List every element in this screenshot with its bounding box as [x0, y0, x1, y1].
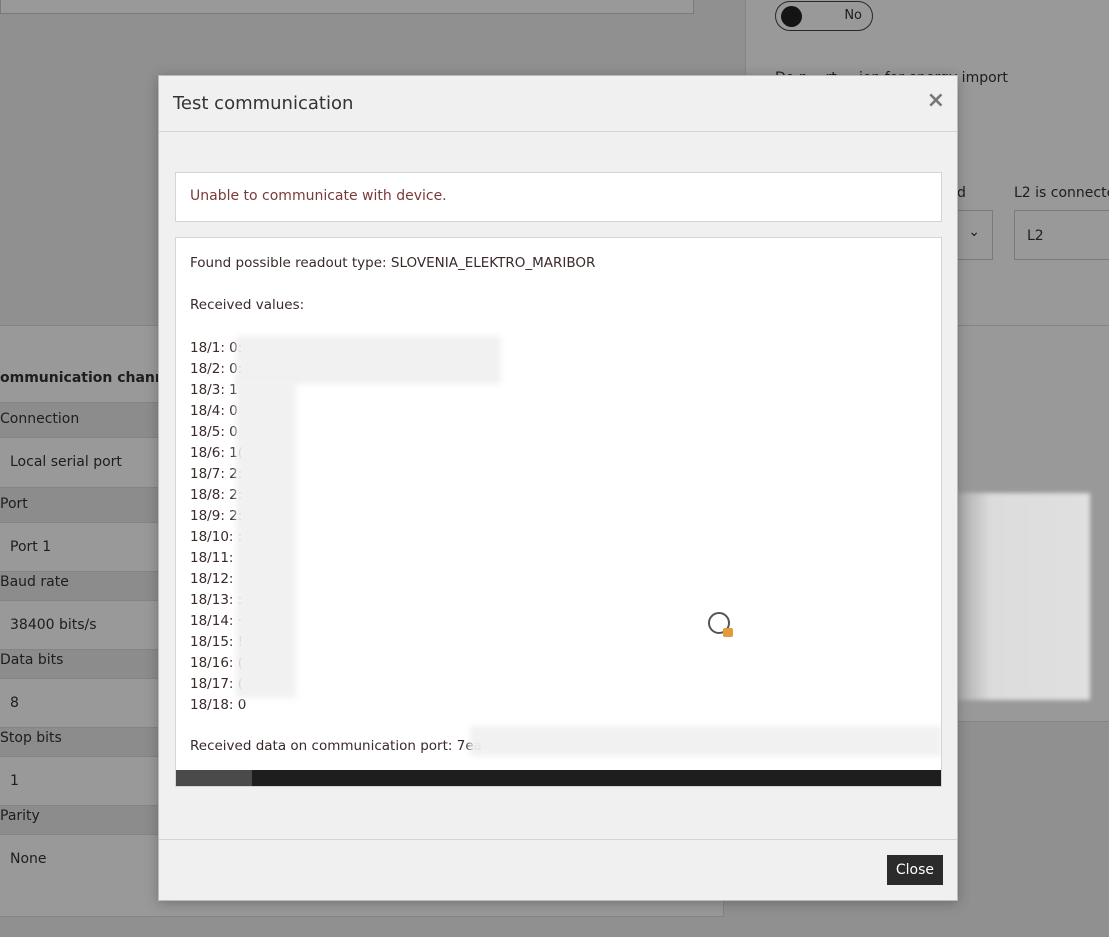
- scrollbar-thumb[interactable]: [176, 770, 252, 786]
- redacted-values-left: [236, 378, 296, 698]
- modal-header: Test communication ×: [159, 76, 957, 132]
- test-communication-dialog: Test communication × Unable to communica…: [158, 75, 958, 901]
- error-alert: Unable to communicate with device.: [175, 172, 942, 222]
- redacted-area-right: [948, 493, 1090, 700]
- received-values-label: Received values:: [190, 297, 305, 313]
- modal-footer: Close: [159, 839, 957, 900]
- modal-title: Test communication: [173, 93, 354, 114]
- loading-icon: [708, 612, 733, 637]
- received-port-data: Received data on communication port: 7ea: [190, 738, 482, 754]
- redacted-values-top: [236, 336, 501, 384]
- readout-output[interactable]: Found possible readout type: SLOVENIA_EL…: [175, 237, 942, 787]
- close-button[interactable]: Close: [886, 855, 943, 885]
- readout-type-text: Found possible readout type: SLOVENIA_EL…: [190, 255, 596, 271]
- close-icon[interactable]: ×: [927, 89, 945, 113]
- error-message: Unable to communicate with device.: [190, 188, 447, 204]
- horizontal-scrollbar[interactable]: [176, 770, 941, 786]
- list-item: 18/18: 0: [190, 697, 247, 713]
- redacted-port-data: [470, 726, 941, 756]
